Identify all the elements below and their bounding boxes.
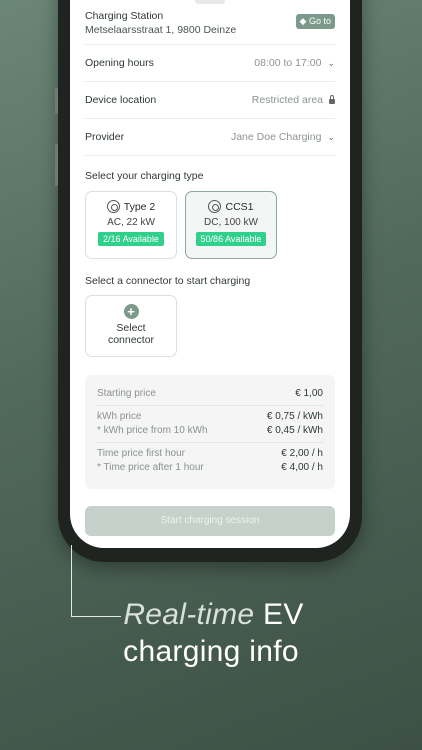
starting-price-group: Starting price € 1,00 xyxy=(97,383,323,406)
caption-rest: EV xyxy=(263,598,304,631)
station-header: Charging Station Metselaarsstraat 1, 980… xyxy=(85,10,335,45)
device-location-value: Restricted area xyxy=(251,94,323,106)
price-label: kWh price xyxy=(97,411,142,422)
chevron-down-icon: ⌄ xyxy=(327,57,335,68)
provider-label: Provider xyxy=(85,131,125,143)
provider-row[interactable]: Provider Jane Doe Charging ⌄ xyxy=(85,119,335,156)
connector-label-line1: Select xyxy=(116,322,146,334)
opening-hours-value: 08:00 to 17:00 xyxy=(254,57,322,69)
price-label: Starting price xyxy=(97,388,156,399)
availability-badge: 50/86 Available xyxy=(195,232,267,246)
connector-title: Select a connector to start charging xyxy=(85,275,251,287)
type-name: CCS1 xyxy=(225,200,254,213)
type-name: Type 2 xyxy=(123,200,156,213)
go-to-label: Go to xyxy=(308,16,331,26)
price-value: € 1,00 xyxy=(295,388,323,399)
connector-label-line2: connector xyxy=(107,334,155,346)
charging-type-title: Select your charging type xyxy=(85,170,204,182)
caption-line2: charging info xyxy=(123,635,299,668)
price-value: € 0,45 / kWh xyxy=(266,425,323,436)
plug-ccs1-icon xyxy=(208,200,222,213)
plus-icon: + xyxy=(123,304,139,319)
price-value: € 4,00 / h xyxy=(281,462,323,473)
type-spec: DC, 100 kW xyxy=(204,217,258,228)
lock-icon xyxy=(329,95,335,104)
price-label: Time price first hour xyxy=(97,448,185,459)
charging-type-type2[interactable]: Type 2 AC, 22 kW 2/16 Available xyxy=(85,191,177,259)
phone-side-button xyxy=(55,88,58,114)
kwh-price-group: kWh price € 0,75 / kWh * kWh price from 1… xyxy=(97,406,323,443)
scroll-tab xyxy=(195,0,225,4)
phone-side-button xyxy=(55,144,58,186)
price-value: € 0,75 / kWh xyxy=(266,411,323,422)
chevron-down-icon: ⌄ xyxy=(327,131,335,142)
caption-italic: Real-time xyxy=(123,598,255,631)
plug-type2-icon xyxy=(106,200,120,213)
availability-badge: 2/16 Available xyxy=(98,232,164,246)
provider-value: Jane Doe Charging xyxy=(230,131,322,143)
charging-type-list: Type 2 AC, 22 kW 2/16 Available CCS1 DC,… xyxy=(85,191,335,259)
price-label: * kWh price from 10 kWh xyxy=(97,425,208,436)
app-screen: Charging Station Metselaarsstraat 1, 980… xyxy=(70,0,350,548)
time-price-group: Time price first hour € 2,00 / h * Time p… xyxy=(97,443,323,479)
charging-type-ccs1[interactable]: CCS1 DC, 100 kW 50/86 Available xyxy=(185,191,277,259)
opening-hours-row[interactable]: Opening hours 08:00 to 17:00 ⌄ xyxy=(85,45,335,82)
select-connector-button[interactable]: + Select connector xyxy=(85,295,177,357)
start-charging-button[interactable]: Start charging session xyxy=(85,506,335,536)
device-location-label: Device location xyxy=(85,94,157,106)
pricing-panel: Starting price € 1,00 kWh price € 0,75 / k… xyxy=(85,375,335,489)
caption-line1: Real-time EV xyxy=(0,598,422,632)
type-spec: AC, 22 kW xyxy=(107,217,155,228)
device-location-row: Device location Restricted area xyxy=(85,82,335,119)
price-label: * Time price after 1 hour xyxy=(97,462,204,473)
go-to-button[interactable]: ◆ Go to xyxy=(295,14,335,29)
price-value: € 2,00 / h xyxy=(281,448,323,459)
station-details: Charging Station Metselaarsstraat 1, 980… xyxy=(85,10,335,536)
navigate-icon: ◆ xyxy=(299,16,307,26)
opening-hours-label: Opening hours xyxy=(85,57,154,69)
